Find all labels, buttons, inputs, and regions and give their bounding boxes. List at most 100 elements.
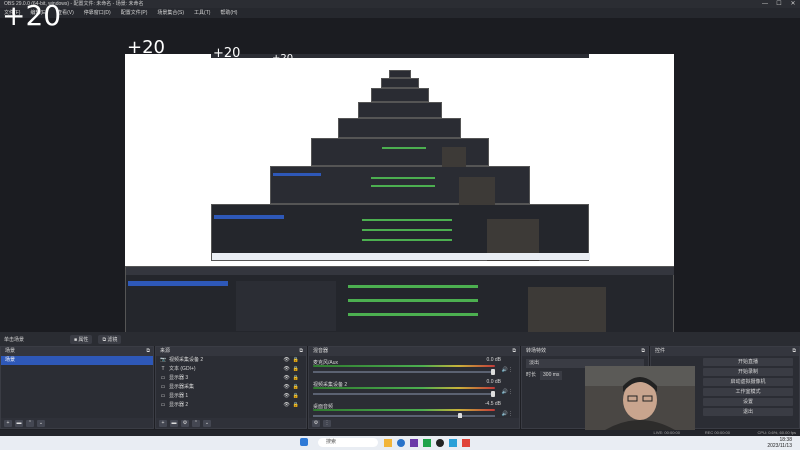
nested-obs-level-4 (311, 138, 489, 167)
controls-title: 控件 (655, 348, 666, 354)
volume-slider[interactable] (313, 391, 495, 397)
remove-source-icon[interactable]: ▬ (170, 419, 178, 427)
properties-button[interactable]: ■ 属性 (70, 334, 93, 344)
nested-obs-level-8 (381, 78, 419, 88)
scenes-title: 场景 (5, 348, 16, 354)
dock-menu-icon[interactable]: ⧉ (512, 347, 516, 356)
person-image (585, 366, 695, 430)
start-virtual-camera-button[interactable]: 启动虚拟摄像机 (703, 378, 793, 386)
fps-overlay-text: +20 (2, 0, 62, 32)
nested-top-band (211, 36, 589, 54)
speaker-icon[interactable]: 🔊⋮ (502, 389, 513, 395)
controls-dock-title: 控件 ⧉ (651, 347, 799, 356)
speaker-icon[interactable]: 🔊⋮ (502, 411, 513, 417)
mixer-channel: 视频采集设备 2 0.0 dB 🔊⋮ (309, 378, 519, 400)
move-down-icon[interactable]: ⌄ (203, 419, 211, 427)
menu-profile[interactable]: 配置文件(P) (121, 8, 148, 18)
sources-dock: 来源 ⧉ 📷 视频采集设备 2 👁🔒 T 文本 (GDI+) 👁🔒 ▭ 显示器 3 👁🔒 ▭… (155, 346, 307, 429)
source-item[interactable]: T 文本 (GDI+) 👁🔒 (156, 365, 306, 374)
visibility-lock-icons[interactable]: 👁🔒 (283, 401, 302, 410)
scene-properties-strip: 单击场景 ■ 属性 ⧉ 滤镜 (0, 332, 800, 346)
dock-menu-icon[interactable]: ⧉ (641, 347, 645, 356)
source-name: 文本 (GDI+) (169, 366, 196, 372)
visibility-lock-icons[interactable]: 👁🔒 (283, 356, 302, 365)
file-explorer-icon[interactable] (384, 439, 392, 447)
obs-icon[interactable] (436, 439, 444, 447)
gear-icon[interactable]: ⚙ (181, 419, 189, 427)
menu-scene-collection[interactable]: 场景集合(S) (157, 8, 184, 18)
mixer-channel: 麦克风/Aux 0.0 dB 🔊⋮ (309, 356, 519, 378)
monitor-icon: ▭ (160, 393, 166, 399)
gear-icon[interactable]: ⚙ (312, 419, 320, 427)
move-up-icon[interactable]: ⌃ (192, 419, 200, 427)
webcam-overlay (585, 366, 695, 430)
nested-obs-level-3 (270, 166, 530, 205)
dock-menu-icon[interactable]: ⧉ (146, 347, 150, 356)
maximize-button[interactable]: ☐ (772, 0, 786, 8)
visibility-lock-icons[interactable]: 👁🔒 (283, 392, 302, 401)
start-streaming-button[interactable]: 开始直播 (703, 358, 793, 366)
settings-button[interactable]: 设置 (703, 398, 793, 406)
audio-mixer-dock: 混音器 ⧉ 麦克风/Aux 0.0 dB 🔊⋮ 视频采集设备 2 0.0 dB … (308, 346, 520, 429)
taskbar-search[interactable]: 搜索 (318, 438, 378, 447)
slider-knob[interactable] (491, 369, 495, 375)
dock-menu-icon[interactable]: ⧉ (792, 347, 796, 356)
monitor-icon: ▭ (160, 375, 166, 381)
menu-tools[interactable]: 工具(T) (194, 8, 210, 18)
source-item[interactable]: ▭ 显示器 2 👁🔒 (156, 401, 306, 410)
clock-date: 2023/11/13 (767, 443, 792, 449)
sources-dock-title: 来源 ⧉ (156, 347, 306, 356)
remove-scene-icon[interactable]: ▬ (15, 419, 23, 427)
dock-menu-icon[interactable]: ⧉ (299, 347, 303, 356)
app-icon[interactable] (423, 439, 431, 447)
app-icon[interactable] (410, 439, 418, 447)
transitions-dock-title: 转场特效 ⧉ (522, 347, 648, 356)
app-icon[interactable] (462, 439, 470, 447)
visibility-lock-icons[interactable]: 👁🔒 (283, 383, 302, 392)
mixer-footer: ⚙ ⋮ (309, 418, 519, 428)
studio-mode-button[interactable]: 工作室模式 (703, 388, 793, 396)
nested-obs-level-6 (358, 102, 442, 118)
channel-db: 0.0 dB (486, 379, 501, 385)
menu-docks[interactable]: 停靠窗口(D) (84, 8, 111, 18)
source-item[interactable]: 📷 视频采集设备 2 👁🔒 (156, 356, 306, 365)
source-item[interactable]: ▭ 显示器 1 👁🔒 (156, 392, 306, 401)
volume-slider[interactable] (313, 369, 495, 375)
taskbar-clock[interactable]: 18:38 2023/11/13 (767, 437, 792, 449)
visibility-lock-icons[interactable]: 👁🔒 (283, 365, 302, 374)
visibility-lock-icons[interactable]: 👁🔒 (283, 374, 302, 383)
volume-slider[interactable] (313, 413, 495, 419)
move-down-icon[interactable]: ⌄ (37, 419, 45, 427)
scene-strip-label: 单击场景 (4, 336, 25, 343)
add-source-icon[interactable]: + (159, 419, 167, 427)
preview-area[interactable]: +20 +20 +20 +20 +20 (0, 18, 800, 346)
level-meter (313, 409, 495, 411)
level-meter (313, 365, 495, 367)
exit-button[interactable]: 退出 (703, 408, 793, 416)
close-button[interactable]: ✕ (786, 0, 800, 8)
scene-item[interactable]: 场景 (1, 356, 153, 365)
source-item[interactable]: ▭ 显示器 3 👁🔒 (156, 374, 306, 383)
move-up-icon[interactable]: ⌃ (26, 419, 34, 427)
nested-obs-level-2 (211, 204, 590, 261)
start-icon[interactable] (300, 438, 308, 446)
sources-title: 来源 (160, 348, 171, 354)
add-scene-icon[interactable]: + (4, 419, 12, 427)
start-recording-button[interactable]: 开始录制 (703, 368, 793, 376)
filters-button[interactable]: ⧉ 滤镜 (98, 334, 122, 344)
nested-obs-level-7 (371, 88, 429, 102)
app-icon[interactable] (449, 439, 457, 447)
duration-input[interactable]: 300 ms (540, 371, 563, 380)
speaker-icon[interactable]: 🔊⋮ (502, 367, 513, 373)
source-item[interactable]: ▭ 显示器采集 👁🔒 (156, 383, 306, 392)
preview-canvas[interactable]: +20 +20 +20 +20 +20 (125, 36, 674, 346)
edge-icon[interactable] (397, 439, 405, 447)
slider-knob[interactable] (491, 391, 495, 397)
more-icon[interactable]: ⋮ (323, 419, 331, 427)
nested-fps-overlay: +20 (272, 53, 294, 64)
nested-fps-overlay: +20 (127, 37, 165, 58)
minimize-button[interactable]: — (758, 0, 772, 8)
menu-help[interactable]: 帮助(H) (220, 8, 237, 18)
source-name: 显示器 1 (169, 393, 189, 399)
text-icon: T (161, 366, 165, 372)
